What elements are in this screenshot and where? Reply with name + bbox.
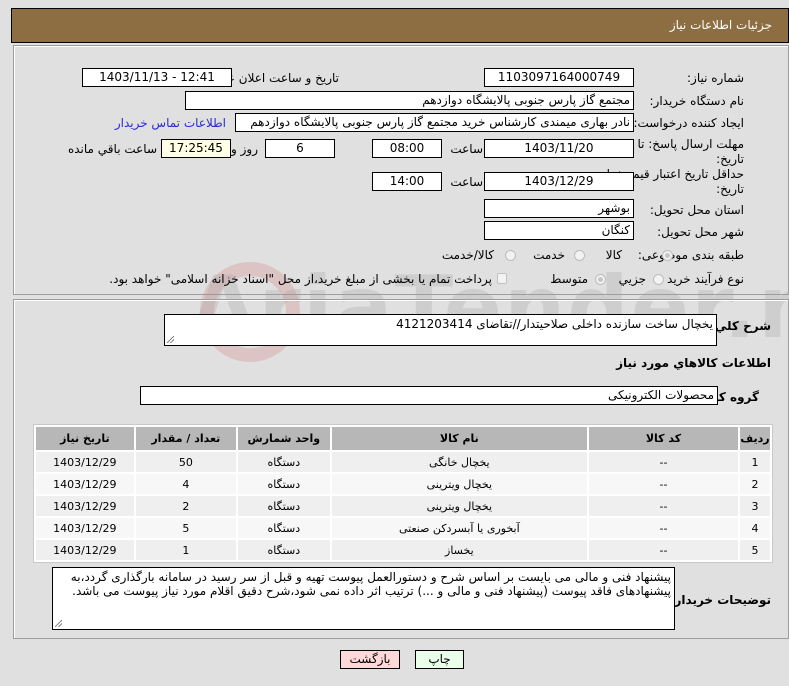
- buyer-notes-textarea[interactable]: پیشنهاد فنی و مالی می بایست بر اساس شرح …: [52, 567, 675, 630]
- announce-datetime-field: 1403/11/13 - 12:41: [82, 68, 232, 87]
- reply-date-field: 1403/11/20: [484, 139, 634, 158]
- price-validity-label-2: تاریخ:: [716, 182, 744, 196]
- treasury-checkbox[interactable]: [497, 273, 507, 284]
- process-option-medium: متوسط: [550, 272, 588, 286]
- table-row: 2 -- یخچال ویترینی دستگاه 4 1403/12/29: [36, 474, 770, 494]
- cell-quantity: 50: [135, 452, 236, 472]
- days-remaining-field: 6: [265, 139, 335, 158]
- cell-row-number: 1: [740, 452, 770, 472]
- price-validity-time-label: ساعت: [450, 175, 483, 189]
- goods-section-title: اطلاعات کالاهاي مورد نياز: [616, 356, 771, 370]
- category-radio-service[interactable]: [574, 250, 585, 261]
- cell-row-number: 4: [740, 518, 770, 538]
- process-radio-medium[interactable]: [595, 274, 606, 285]
- time-remaining-label: ساعت باقي مانده: [67, 142, 157, 156]
- cell-name: یخساز: [331, 540, 587, 560]
- process-label: نوع فرآیند خرید :: [659, 272, 744, 286]
- cell-unit: دستگاه: [237, 496, 330, 516]
- col-header-quantity: تعداد / مقدار: [135, 427, 236, 450]
- page-header: جزئیات اطلاعات نیاز: [11, 8, 789, 43]
- reply-time-label: ساعت: [450, 142, 483, 156]
- table-row: 4 -- آبخوری یا آبسردکن صنعتی دستگاه 5 1403/12…: [36, 518, 770, 538]
- cell-row-number: 2: [740, 474, 770, 494]
- cell-date: 1403/12/29: [36, 518, 134, 538]
- category-option-service: خدمت: [533, 248, 565, 262]
- buyer-notes-text: پیشنهاد فنی و مالی می بایست بر اساس شرح …: [70, 570, 671, 598]
- cell-name: آبخوری یا آبسردکن صنعتی: [331, 518, 587, 538]
- reply-deadline-label: مهلت ارسال پاسخ: تا: [637, 137, 744, 151]
- col-header-code: کد کالا: [588, 427, 739, 450]
- process-option-small: جزیي: [618, 272, 646, 286]
- back-button[interactable]: بازگشت: [340, 650, 400, 669]
- cell-date: 1403/12/29: [36, 540, 134, 560]
- cell-name: یخچال خانگی: [331, 452, 587, 472]
- cell-unit: دستگاه: [237, 540, 330, 560]
- col-header-row-number: ردیف: [740, 427, 770, 450]
- treasury-note: پرداخت تمام یا بخشی از مبلغ خرید،از محل …: [109, 272, 492, 286]
- cell-row-number: 5: [740, 540, 770, 560]
- buyer-org-label: نام دستگاه خریدار:: [649, 94, 745, 108]
- cell-date: 1403/12/29: [36, 496, 134, 516]
- cell-row-number: 3: [740, 496, 770, 516]
- cell-quantity: 2: [135, 496, 236, 516]
- creator-label: ایجاد کننده درخواست:: [633, 116, 744, 130]
- cell-quantity: 4: [135, 474, 236, 494]
- buyer-notes-label: توضیحات خریدار:: [669, 593, 771, 607]
- creator-field: نادر بهاری میمندی کارشناس خرید مجتمع گاز…: [235, 113, 634, 132]
- category-label: طبقه بندی موضوعی:: [637, 248, 744, 262]
- cell-code: --: [588, 452, 739, 472]
- cell-unit: دستگاه: [237, 518, 330, 538]
- city-field: کنگان: [484, 221, 634, 240]
- cell-unit: دستگاه: [237, 452, 330, 472]
- category-option-goods: کالا: [605, 248, 622, 262]
- goods-group-field: محصولات الکترونیکی: [140, 386, 718, 405]
- reply-time-field: 08:00: [372, 139, 442, 158]
- buyer-org-field: مجتمع گاز پارس جنوبی پالایشگاه دوازدهم: [185, 91, 634, 110]
- cell-name: یخچال ویترینی: [331, 474, 587, 494]
- col-header-name: نام کالا: [331, 427, 587, 450]
- price-validity-time-field: 14:00: [372, 172, 442, 191]
- col-header-date: تاریخ نیاز: [36, 427, 134, 450]
- print-button[interactable]: چاپ: [415, 650, 464, 669]
- need-number-label: شماره نیاز:: [687, 71, 744, 85]
- resize-grip-icon[interactable]: [167, 336, 174, 343]
- reply-deadline-label-2: تاریخ:: [716, 152, 744, 166]
- description-textarea[interactable]: یخچال ساخت سازنده داخلی صلاحیتدار//تقاضا…: [164, 314, 717, 346]
- cell-quantity: 1: [135, 540, 236, 560]
- category-radio-goods-service[interactable]: [505, 250, 516, 261]
- category-radio-goods[interactable]: [662, 250, 673, 261]
- cell-name: یخچال ویترینی: [331, 496, 587, 516]
- cell-quantity: 5: [135, 518, 236, 538]
- price-validity-date-field: 1403/12/29: [484, 172, 634, 191]
- province-label: استان محل تحویل:: [649, 203, 744, 217]
- description-text: یخچال ساخت سازنده داخلی صلاحیتدار//تقاضا…: [396, 317, 713, 331]
- category-option-goods-service: کالا/خدمت: [441, 248, 494, 262]
- goods-table: ردیف کد کالا نام کالا واحد شمارش تعداد /…: [33, 424, 773, 563]
- table-row: 5 -- یخساز دستگاه 1 1403/12/29: [36, 540, 770, 560]
- cell-code: --: [588, 518, 739, 538]
- col-header-unit: واحد شمارش: [237, 427, 330, 450]
- resize-grip-icon[interactable]: [55, 620, 62, 627]
- page-title: جزئیات اطلاعات نیاز: [669, 18, 772, 32]
- need-number-field: 1103097164000749: [484, 68, 634, 87]
- table-header-row: ردیف کد کالا نام کالا واحد شمارش تعداد /…: [36, 427, 770, 450]
- cell-date: 1403/12/29: [36, 452, 134, 472]
- time-remaining-field: 17:25:45: [161, 139, 231, 158]
- process-radio-small[interactable]: [653, 274, 664, 285]
- province-field: بوشهر: [484, 199, 634, 218]
- table-row: 3 -- یخچال ویترینی دستگاه 2 1403/12/29: [36, 496, 770, 516]
- city-label: شهر محل تحویل:: [657, 225, 744, 239]
- cell-unit: دستگاه: [237, 474, 330, 494]
- days-label: روز و: [231, 142, 258, 156]
- buyer-contact-link[interactable]: اطلاعات تماس خریدار: [115, 116, 226, 130]
- table-row: 1 -- یخچال خانگی دستگاه 50 1403/12/29: [36, 452, 770, 472]
- cell-code: --: [588, 474, 739, 494]
- cell-date: 1403/12/29: [36, 474, 134, 494]
- cell-code: --: [588, 496, 739, 516]
- cell-code: --: [588, 540, 739, 560]
